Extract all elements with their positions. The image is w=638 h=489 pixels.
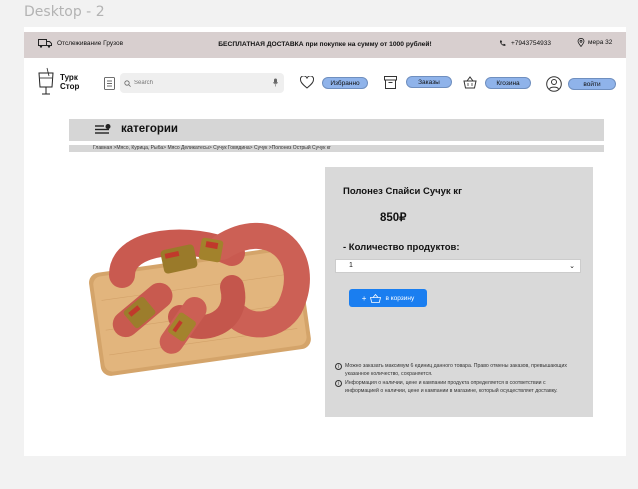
login-button[interactable]: войти xyxy=(568,78,616,90)
category-title: категории xyxy=(121,123,179,135)
quantity-label: - Количество продуктов: xyxy=(343,242,460,253)
basket-icon[interactable] xyxy=(463,76,477,89)
search-icon xyxy=(124,79,131,87)
product-name: Полонез Спайси Сучук кг xyxy=(343,186,463,197)
logo-line-1: Турк xyxy=(60,73,78,82)
user-avatar-icon[interactable] xyxy=(546,76,562,92)
search-bar xyxy=(120,73,284,93)
quantity-value: 1 xyxy=(349,262,353,269)
product-panel: Полонез Спайси Сучук кг 850₽ - Количеств… xyxy=(325,167,593,417)
logo[interactable]: Турк Стор xyxy=(38,67,79,97)
main-header: Турк Стор Избранно Заказы Кrозина войти xyxy=(24,67,626,107)
chevron-down-icon: ⌄ xyxy=(569,263,575,270)
location-pin-icon xyxy=(577,38,585,47)
category-menu-icon xyxy=(95,124,111,134)
breadcrumb[interactable]: Главная >Мясо, Курица, Рыба> Мясо Делика… xyxy=(69,145,604,152)
favorites-button[interactable]: Избранно xyxy=(322,77,368,89)
heart-icon[interactable] xyxy=(300,76,314,89)
frame-label: Desktop - 2 xyxy=(24,4,105,20)
availability-note: i Информация о наличии, цене и кампании … xyxy=(335,380,580,395)
glass-logo-icon xyxy=(38,67,54,95)
category-bar[interactable]: категории xyxy=(69,119,604,141)
phone-number: +7943754933 xyxy=(511,40,551,47)
basket-icon xyxy=(370,293,382,303)
orders-button[interactable]: Заказы xyxy=(406,76,452,88)
order-limit-text: Можно заказать максимум 6 единиц данного… xyxy=(345,363,567,377)
availability-text: Информация о наличии, цене и кампании пр… xyxy=(345,380,558,394)
microphone-icon[interactable] xyxy=(273,78,278,87)
location-label: мера 32 xyxy=(588,39,613,46)
quantity-select[interactable]: 1 ⌄ xyxy=(335,259,581,273)
add-to-cart-button[interactable]: + в корзину xyxy=(349,289,427,307)
location-selector[interactable]: мера 32 xyxy=(577,38,612,47)
info-icon: i xyxy=(335,363,342,370)
logo-line-2: Стор xyxy=(60,82,80,91)
add-to-cart-label: в корзину xyxy=(385,294,415,302)
page-canvas: Отслеживание Грузов БЕСПЛАТНАЯ ДОСТАВКА … xyxy=(24,27,626,456)
plus-icon: + xyxy=(361,293,367,303)
product-image xyxy=(89,222,311,376)
search-input[interactable] xyxy=(134,80,274,86)
product-price: 850₽ xyxy=(380,212,407,224)
orders-box-icon[interactable] xyxy=(384,76,397,89)
catalog-menu-icon[interactable] xyxy=(104,77,115,90)
info-icon: i xyxy=(335,380,342,387)
phone-icon xyxy=(499,40,506,46)
top-bar: Отслеживание Грузов БЕСПЛАТНАЯ ДОСТАВКА … xyxy=(24,32,626,58)
phone-contact[interactable]: +7943754933 xyxy=(499,40,551,47)
cart-button[interactable]: Кrозина xyxy=(485,77,531,89)
order-limit-note: i Можно заказать максимум 6 единиц данно… xyxy=(335,363,575,378)
